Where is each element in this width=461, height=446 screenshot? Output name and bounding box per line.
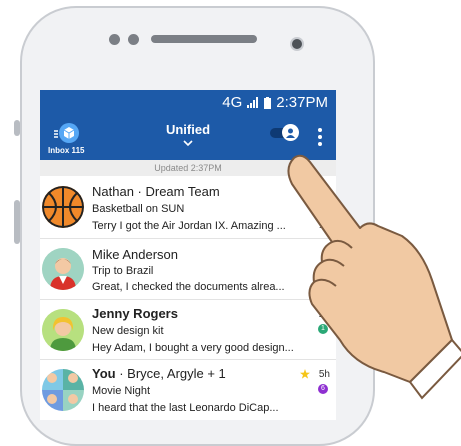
inbox-count-label: Inbox 115 xyxy=(48,146,85,155)
signal-icon xyxy=(247,97,259,108)
phone-speaker xyxy=(151,35,257,43)
phone-volume-button xyxy=(14,200,20,244)
contact-avatar xyxy=(42,309,84,351)
message-preview: I heard that the last Leonardo DiCap... xyxy=(92,402,279,414)
sender-name: Jenny Rogers xyxy=(92,306,178,321)
sender-you: You xyxy=(92,366,116,381)
sender-name: Nathan · Dream Team xyxy=(92,184,220,199)
message-preview: Hey Adam, I bought a very good design... xyxy=(92,342,294,354)
message-preview: Great, I checked the documents alrea... xyxy=(92,281,285,293)
pointing-hand-illustration xyxy=(287,154,461,400)
message-preview: Terry I got the Air Jordan IX. Amazing .… xyxy=(92,220,286,232)
network-type: 4G xyxy=(222,94,243,111)
inbox-cube-icon xyxy=(54,123,79,143)
message-subject: Basketball on SUN xyxy=(92,203,185,215)
message-subject: Trip to Brazil xyxy=(92,265,154,277)
account-title[interactable]: Unified xyxy=(158,122,218,137)
status-time: 2:37PM xyxy=(276,94,328,111)
more-options-icon[interactable] xyxy=(317,128,323,146)
sender-name: Mike Anderson xyxy=(92,247,178,262)
group-avatar xyxy=(42,369,84,411)
focus-toggle[interactable] xyxy=(270,124,299,141)
status-bar: 4G 2:37PM xyxy=(40,90,336,116)
phone-side-button xyxy=(14,120,20,136)
battery-icon xyxy=(264,96,272,109)
message-subject: New design kit xyxy=(92,325,164,337)
sender-name: You · Bryce, Argyle + 1 xyxy=(92,366,226,381)
message-subject: Movie Night xyxy=(92,385,151,397)
sender-others: · Bryce, Argyle + 1 xyxy=(119,366,226,381)
contact-avatar xyxy=(42,248,84,290)
phone-camera xyxy=(290,37,304,51)
phone-sensor xyxy=(109,34,120,45)
person-icon xyxy=(282,124,299,141)
chevron-down-icon[interactable] xyxy=(183,138,193,148)
basketball-avatar xyxy=(42,186,84,228)
phone-sensor xyxy=(128,34,139,45)
